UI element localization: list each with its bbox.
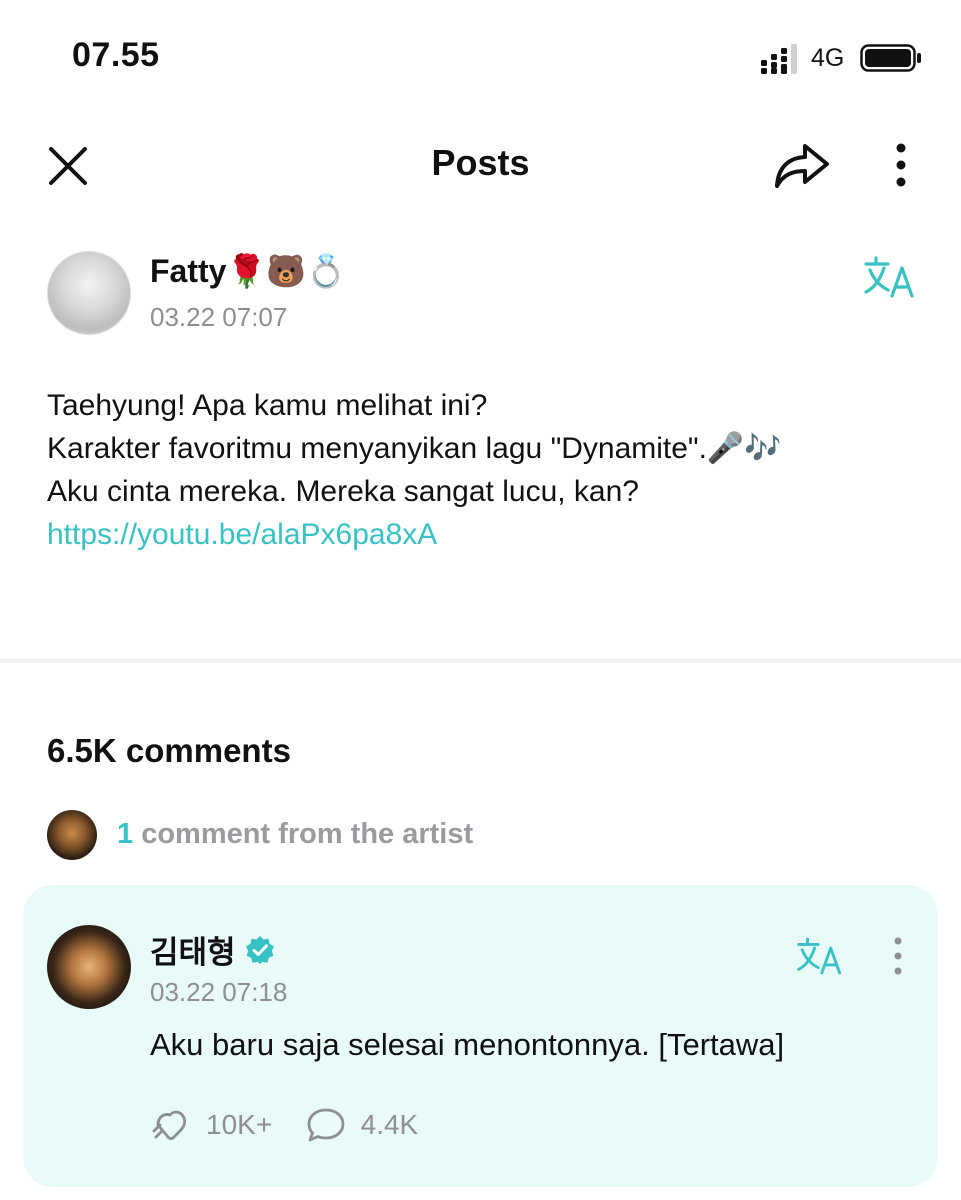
post-text-line: Aku cinta mereka. Mereka sangat lucu, ka… (47, 475, 639, 508)
artist-comment-count: 1 (117, 818, 134, 850)
translate-icon[interactable] (862, 254, 918, 300)
post-text-line: Taehyung! Apa kamu melihat ini? (47, 389, 488, 422)
artist-avatar (47, 810, 97, 860)
post-author-avatar[interactable] (47, 251, 131, 335)
post-link[interactable]: https://youtu.be/alaPx6pa8xA (47, 513, 927, 556)
post-timestamp: 03.22 07:07 (150, 302, 288, 332)
artist-comment-text: comment from the artist (141, 818, 474, 850)
artist-comments-filter[interactable]: 1 comment from the artist (47, 808, 647, 860)
comment-actions: 10K+ 4.4K (150, 1105, 446, 1145)
reply-button[interactable]: 4.4K (305, 1105, 419, 1145)
comment-author-row: 김태형 (150, 927, 276, 970)
status-time: 07.55 (72, 36, 160, 74)
comment-author-avatar[interactable] (47, 925, 131, 1009)
like-button[interactable]: 10K+ (150, 1105, 272, 1145)
signal-icon (761, 44, 797, 74)
verified-badge-icon (246, 935, 275, 964)
comment-text: Aku baru saja selesai menontonnya. [Tert… (150, 1027, 785, 1062)
reply-count: 4.4K (360, 1109, 419, 1140)
share-icon[interactable] (772, 138, 832, 194)
comment-author-name[interactable]: 김태형 (150, 935, 236, 970)
like-count: 10K+ (206, 1109, 273, 1140)
artist-comment-card: 김태형 03.22 07:18 Aku baru saja selesai me… (23, 885, 938, 1187)
comments-count: 6.5K comments (47, 732, 291, 769)
more-vertical-icon[interactable] (887, 935, 909, 977)
comment-timestamp: 03.22 07:18 (150, 977, 288, 1007)
translate-icon[interactable] (795, 935, 845, 977)
battery-icon (860, 44, 921, 72)
artist-comments-label: 1 comment from the artist (117, 818, 473, 851)
top-nav-bar: Posts (0, 120, 961, 210)
post-body: Taehyung! Apa kamu melihat ini? Karakter… (47, 384, 927, 556)
status-bar: 07.55 4G (0, 0, 961, 110)
section-divider (0, 659, 961, 663)
more-vertical-icon[interactable] (880, 138, 922, 194)
network-label: 4G (811, 44, 845, 72)
comment-bubble-icon (307, 1108, 345, 1142)
post-text-line: Karakter favoritmu menyanyikan lagu "Dyn… (47, 432, 782, 465)
post-author-name[interactable]: Fatty🌹🐻💍 (150, 252, 346, 290)
like-icon (152, 1110, 187, 1140)
